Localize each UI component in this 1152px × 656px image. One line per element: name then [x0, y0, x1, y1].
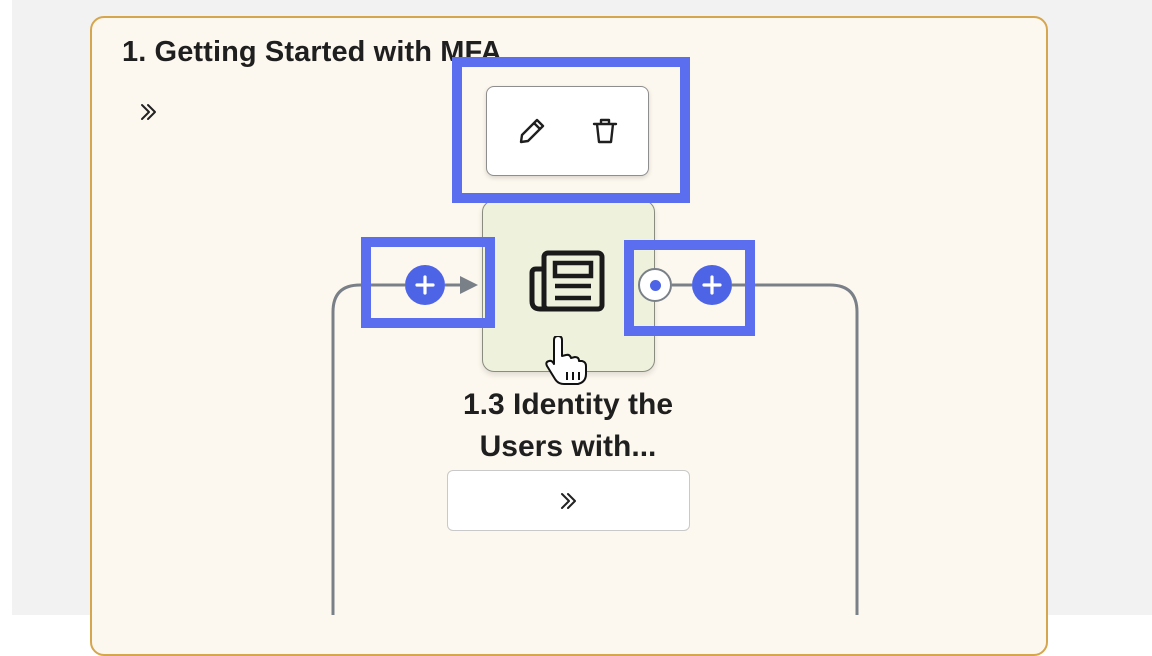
trash-icon — [592, 118, 618, 144]
node-title: 1.3 Identity the Users with... — [418, 384, 718, 468]
plus-icon — [415, 275, 435, 295]
node-toolbar-popup — [486, 86, 649, 176]
connector-dot-icon[interactable] — [638, 268, 672, 302]
plus-icon — [702, 275, 722, 295]
delete-button[interactable] — [586, 112, 624, 150]
hand-pointer-icon — [545, 336, 587, 385]
node-title-line2: Users with... — [479, 430, 657, 463]
add-after-button[interactable] — [692, 265, 732, 305]
node-title-line1: 1.3 Identity the — [462, 388, 674, 421]
double-chevron-right-icon — [560, 492, 576, 509]
edit-button[interactable] — [513, 112, 551, 150]
add-before-button[interactable] — [405, 265, 445, 305]
pencil-icon — [519, 118, 545, 144]
node-expand-button[interactable] — [447, 470, 690, 531]
connector-dot-center — [649, 279, 661, 291]
newspaper-icon — [529, 250, 605, 312]
